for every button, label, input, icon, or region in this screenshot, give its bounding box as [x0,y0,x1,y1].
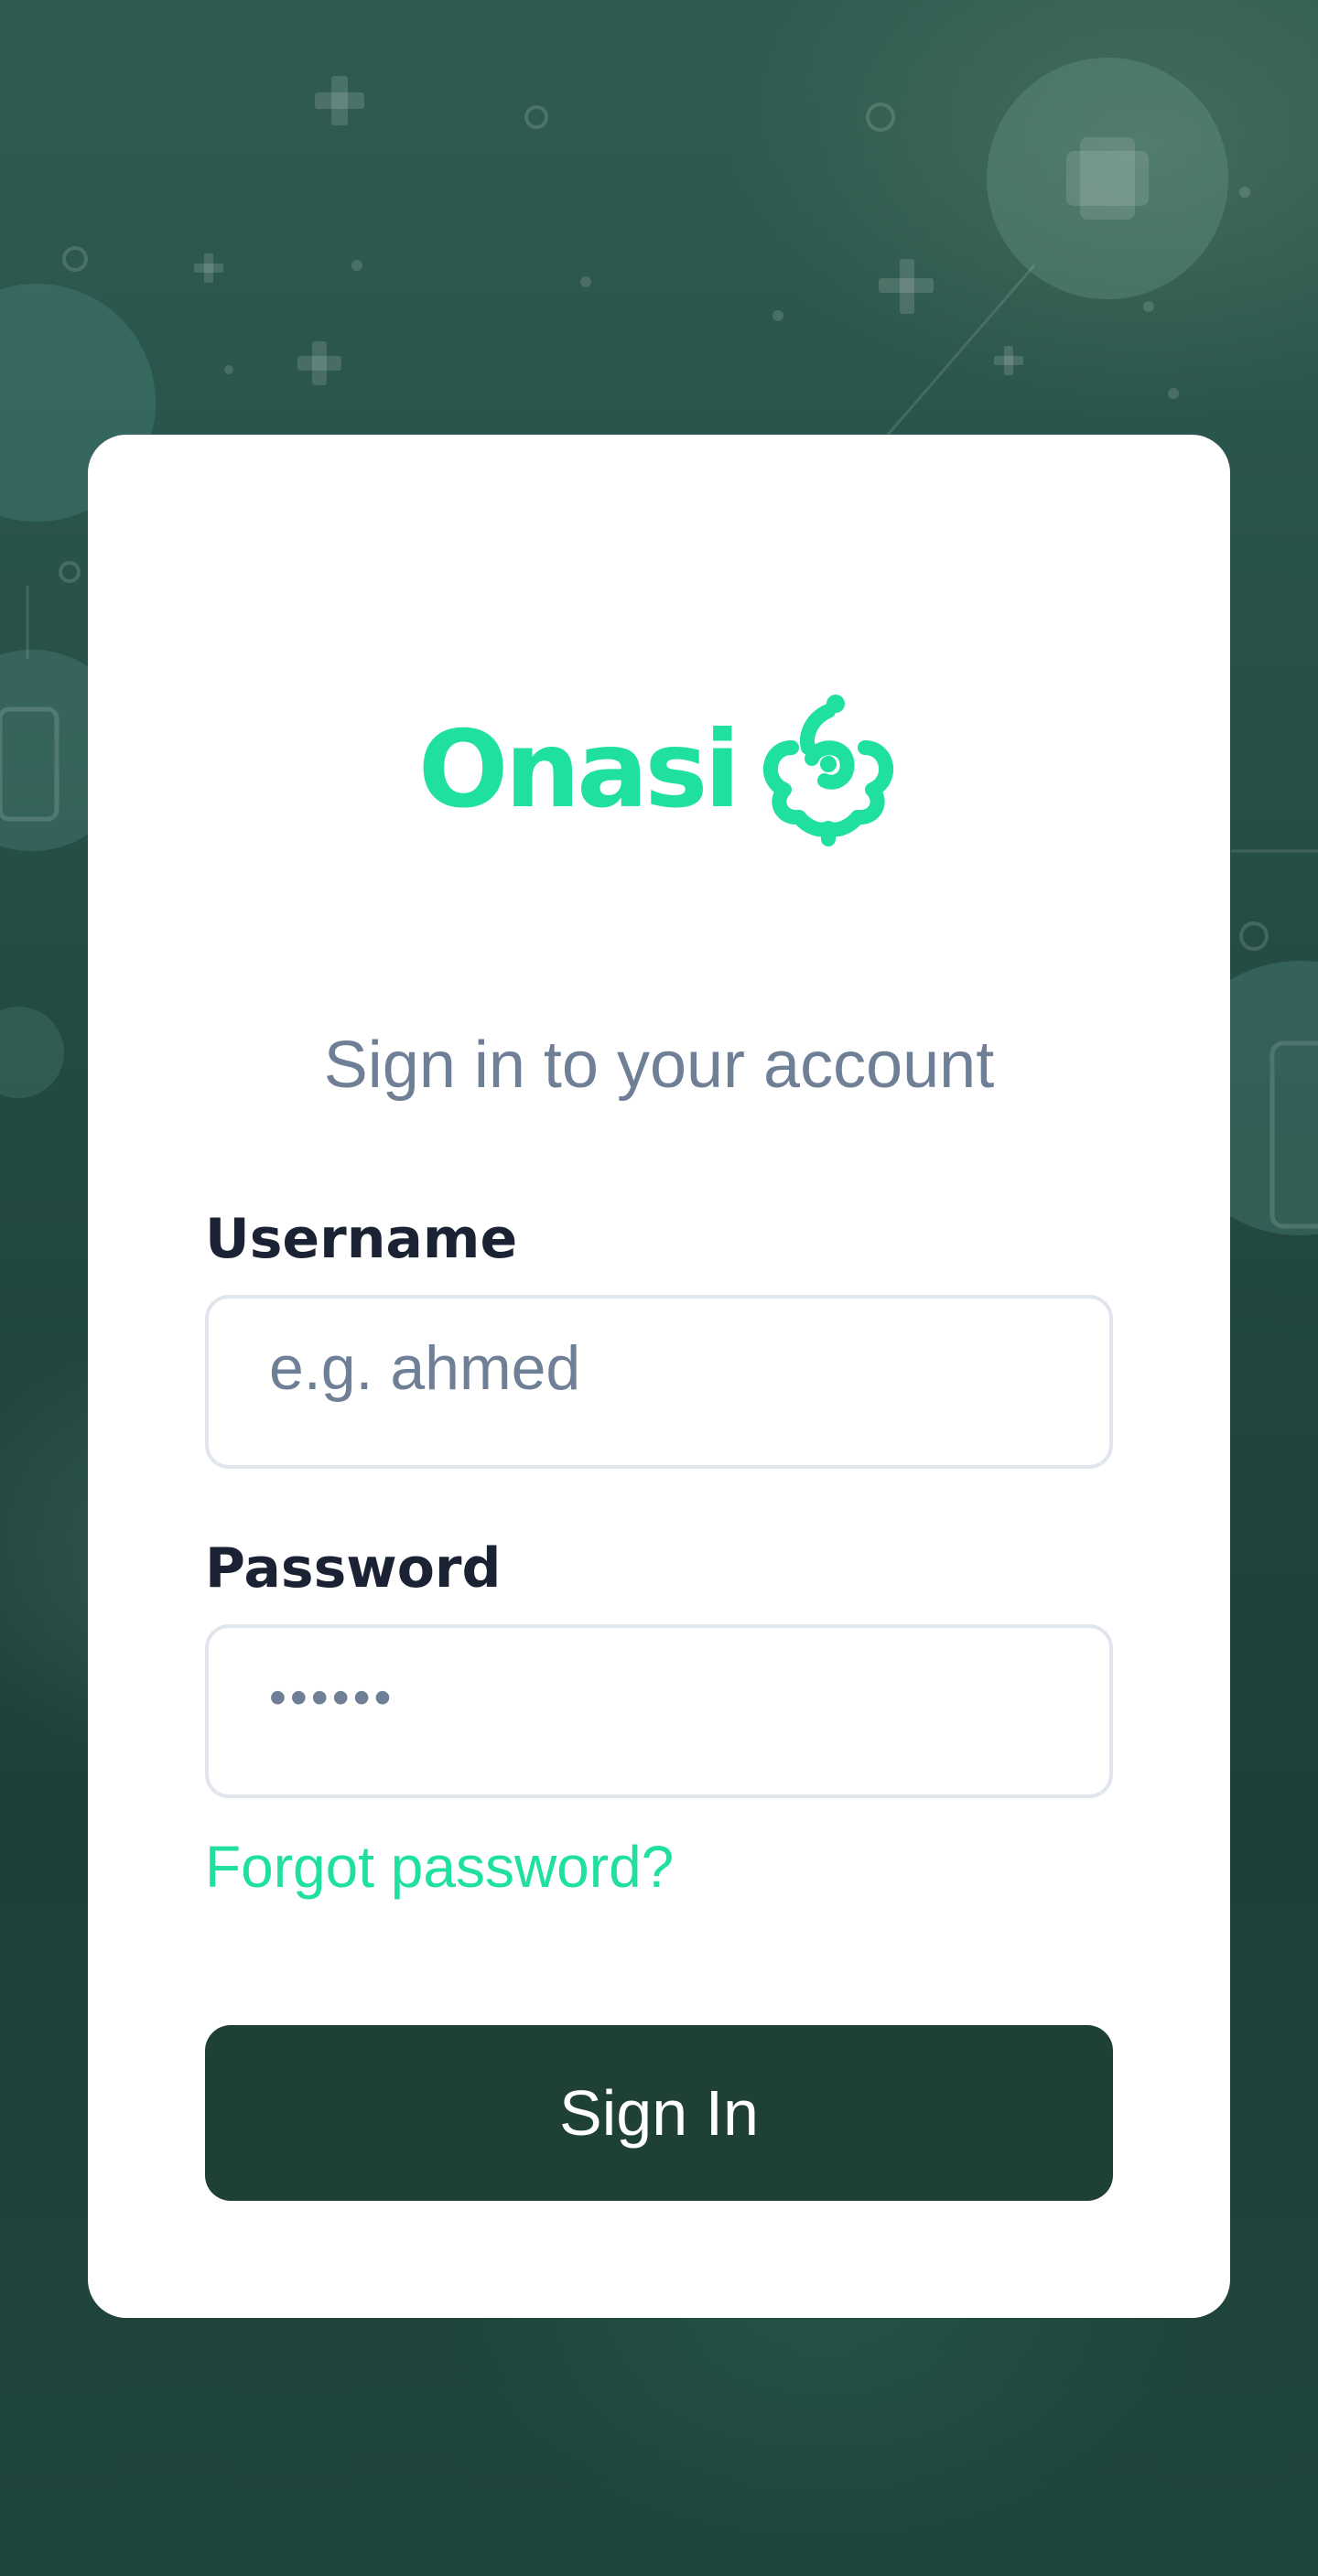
password-placeholder: •••••• [269,1670,395,1725]
username-label: Username [205,1207,518,1271]
username-input[interactable]: e.g. ahmed [205,1295,1113,1469]
onasi-logo-icon [757,691,900,850]
password-input[interactable]: •••••• [205,1624,1113,1798]
page-title: Sign in to your account [323,1029,995,1102]
username-placeholder: e.g. ahmed [269,1333,581,1403]
forgot-password-link[interactable]: Forgot password? [205,1833,674,1901]
brand-name: Onasi [417,708,740,832]
brand-logo: Onasi [88,691,1230,850]
sign-in-button[interactable]: Sign In [205,2025,1113,2201]
password-label: Password [205,1536,502,1601]
login-card: Onasi Sign in to your account Username e… [88,435,1230,2318]
